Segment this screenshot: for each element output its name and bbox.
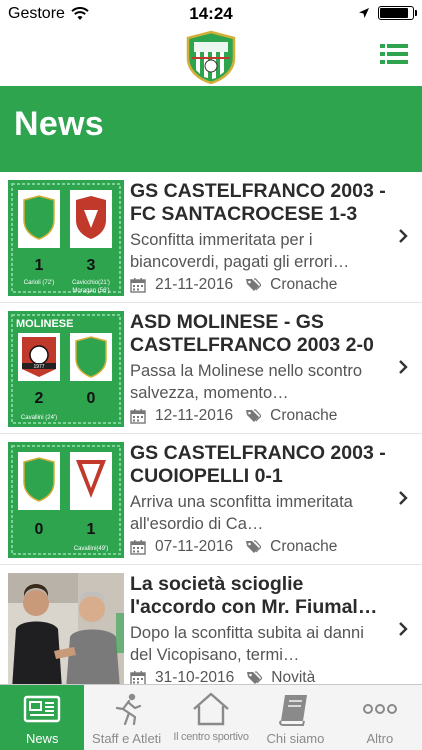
- status-bar: Gestore 14:24: [0, 0, 422, 28]
- news-title: GS CASTELFRANCO 2003 - CUOIOPELLI 0-1: [130, 442, 386, 487]
- news-summary: Arriva una sconfitta immeritata all'esor…: [130, 493, 353, 533]
- battery-icon: [378, 6, 417, 20]
- location-arrow-icon: [359, 8, 369, 18]
- news-item[interactable]: 0 1 Cavallini(49') GS CASTELFRANCO 2003 …: [0, 434, 422, 565]
- newspaper-icon: [24, 695, 61, 723]
- away-score: 0: [87, 390, 96, 407]
- chevron-right-icon: [399, 491, 408, 505]
- news-summary: Dopo la sconfitta subita ai danni del Vi…: [130, 624, 364, 664]
- tab-label: Il centro sportivo: [173, 731, 249, 743]
- news-category: Novità: [271, 669, 316, 684]
- home-score: 0: [35, 521, 44, 538]
- news-date: 07-11-2016: [155, 538, 234, 555]
- news-summary: Passa la Molinese nello scontro salvezza…: [130, 362, 363, 402]
- section-header: News: [0, 86, 422, 172]
- page-title: News: [14, 105, 105, 143]
- news-category: Cronache: [270, 538, 338, 555]
- news-date: 12-11-2016: [155, 407, 234, 424]
- chevron-right-icon: [399, 229, 408, 243]
- news-date: 31-10-2016: [155, 669, 235, 684]
- news-item[interactable]: La società scioglie l'accordo con Mr. Fi…: [0, 565, 422, 684]
- nav-bar: [0, 28, 422, 86]
- home-team-year: 1977: [33, 364, 44, 370]
- news-title: GS CASTELFRANCO 2003 - FC SANTACROCESE 1…: [130, 180, 386, 225]
- news-title: ASD MOLINESE - GS CASTELFRANCO 2003 2-0: [130, 311, 374, 356]
- home-score: 1: [35, 257, 44, 274]
- away-scorer: Cavallini(49'): [74, 546, 109, 552]
- news-category: Cronache: [270, 407, 338, 424]
- calendar-icon: [130, 409, 146, 424]
- runner-icon: [115, 693, 141, 726]
- calendar-icon: [130, 671, 146, 684]
- news-meta: 12-11-2016 Cronache: [130, 406, 392, 426]
- list-menu-icon[interactable]: [380, 42, 408, 66]
- home-scorer: Cavallini (24'): [21, 415, 57, 421]
- home-team-name: MOLINESE: [16, 318, 73, 330]
- match-thumbnail: 0 1 Cavallini(49'): [8, 442, 124, 558]
- news-date: 21-11-2016: [155, 276, 234, 293]
- tab-news[interactable]: News: [0, 685, 85, 750]
- tags-icon: [246, 409, 262, 422]
- away-score: 3: [87, 257, 96, 274]
- battery-level: [380, 8, 408, 18]
- tab-label: Altro: [366, 731, 394, 746]
- news-meta: 07-11-2016 Cronache: [130, 537, 392, 557]
- news-meta: 31-10-2016 Novità: [130, 668, 392, 684]
- news-summary: Sconfitta immeritata per i biancoverdi, …: [130, 231, 350, 271]
- more-dots-icon: [362, 704, 397, 714]
- tab-label: Staff e Atleti: [92, 731, 162, 746]
- calendar-icon: [130, 278, 146, 293]
- news-title: La società scioglie l'accordo con Mr. Fi…: [130, 573, 378, 618]
- match-thumbnail: 1 3 Carioli (72') Cavicchio(21') Moragan…: [8, 180, 124, 296]
- tags-icon: [246, 540, 262, 553]
- match-thumbnail: MOLINESE 1977 2 0 Cavallini (24'): [8, 311, 124, 427]
- tab-altro[interactable]: Altro: [338, 685, 422, 750]
- news-photo: [8, 573, 124, 684]
- tags-icon: [247, 671, 263, 684]
- tab-staff-atleti[interactable]: Staff e Atleti: [84, 685, 168, 750]
- status-right: [358, 6, 417, 20]
- home-icon: [193, 692, 229, 726]
- home-score: 2: [35, 390, 44, 407]
- tab-label: Chi siamo: [266, 731, 325, 746]
- book-icon: [279, 695, 308, 726]
- tab-bar: News Staff e Atleti Il centro sportivo C…: [0, 684, 422, 750]
- news-item[interactable]: MOLINESE 1977 2 0 Cavallini (24') ASD MO…: [0, 303, 422, 434]
- chevron-right-icon: [399, 360, 408, 374]
- club-crest-icon[interactable]: [184, 30, 238, 84]
- tags-icon: [246, 278, 262, 291]
- tab-centro-sportivo[interactable]: Il centro sportivo: [169, 685, 253, 750]
- tab-label: News: [25, 731, 59, 746]
- news-category: Cronache: [270, 276, 338, 293]
- tab-chi-siamo[interactable]: Chi siamo: [253, 685, 337, 750]
- news-list[interactable]: 1 3 Carioli (72') Cavicchio(21') Moragan…: [0, 172, 422, 684]
- calendar-icon: [130, 540, 146, 555]
- away-scorer: Cavicchio(21'): [72, 280, 110, 286]
- home-scorer: Carioli (72'): [24, 280, 55, 286]
- news-item[interactable]: 1 3 Carioli (72') Cavicchio(21') Moragan…: [0, 172, 422, 303]
- away-score: 1: [87, 521, 96, 538]
- away-scorer-2: Moragan (56'): [72, 288, 109, 294]
- chevron-right-icon: [399, 622, 408, 636]
- news-meta: 21-11-2016 Cronache: [130, 275, 392, 295]
